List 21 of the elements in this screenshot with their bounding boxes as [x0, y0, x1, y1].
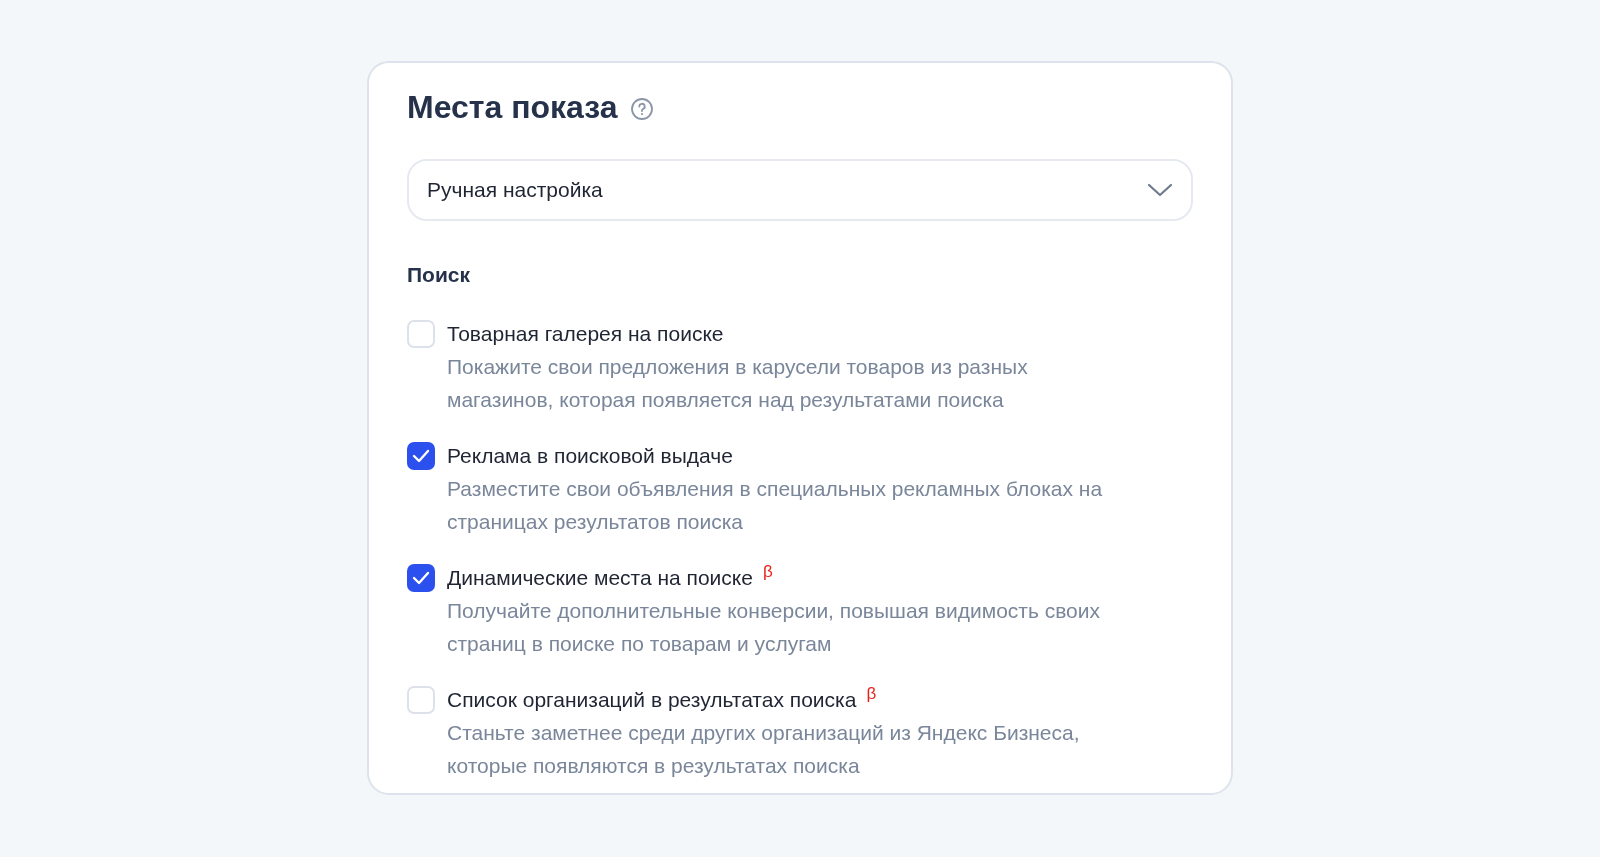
option-description: Получайте дополнительные конверсии, повышая видимость своих страниц в поиске по товарам и услугам	[447, 597, 1102, 657]
section-title: Места показа	[407, 88, 618, 127]
option-description: Покажите свои предложения в карусели товаров из разных магазинов, которая появляется над результатами поиска	[447, 353, 1029, 413]
option-label[interactable]: Динамические места на поиске	[447, 560, 753, 594]
beta-mark: β	[762, 560, 773, 583]
beta-mark: β	[866, 682, 877, 705]
checkmark-icon	[412, 448, 430, 463]
option-description: Разместите свои объявления в специальных рекламных блоках на страницах результатов поиска	[447, 475, 1104, 535]
option-label[interactable]: Товарная галерея на поиске	[447, 316, 724, 350]
group-title: Поиск	[407, 262, 472, 288]
help-icon[interactable]	[629, 97, 654, 121]
option-label[interactable]: Список организаций в результатах поиска	[447, 682, 857, 716]
checkbox[interactable]	[407, 685, 435, 714]
chevron-down-icon	[1147, 182, 1173, 198]
checkbox[interactable]	[407, 319, 435, 348]
checkbox[interactable]	[407, 441, 435, 470]
checkbox[interactable]	[407, 563, 435, 592]
option-label[interactable]: Реклама в поисковой выдаче	[447, 438, 733, 472]
checkmark-icon	[412, 570, 430, 585]
option-description: Станьте заметнее среди других организаций из Яндекс Бизнеса, которые появляются в результатах поиска	[447, 719, 1081, 779]
placement-select[interactable]: Ручная настройка	[407, 159, 1193, 221]
